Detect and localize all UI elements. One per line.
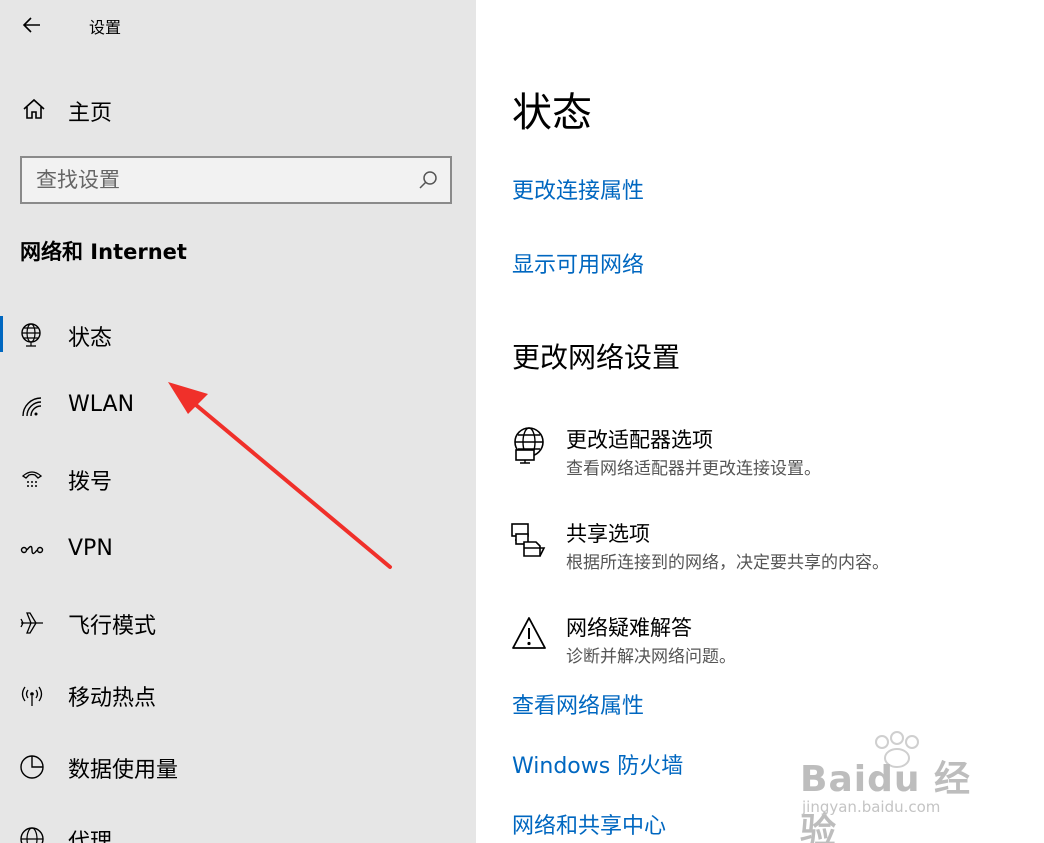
sidebar: 设置 主页 网络和 Internet 状态 WLAN [0,0,476,843]
sidebar-item-label: 数据使用量 [68,758,179,783]
sidebar-item-status[interactable]: 状态 [0,310,476,362]
sidebar-item-airplane[interactable]: 飞行模式 [0,598,476,650]
sidebar-item-label: 状态 [68,326,113,351]
search-input[interactable] [36,164,406,196]
title-bar: 设置 [0,0,476,48]
sidebar-item-vpn[interactable]: VPN [0,526,476,578]
sidebar-item-wlan[interactable]: WLAN [0,382,476,434]
adapter-globe-icon [514,427,544,464]
sidebar-item-label: 飞行模式 [68,614,157,639]
warning-icon [512,617,546,649]
sidebar-item-label: 拨号 [68,470,113,495]
windows-firewall-link[interactable]: Windows 防火墙 [512,748,683,780]
hotspot-icon [21,686,43,706]
sharing-icon [511,523,546,557]
home-icon [23,98,45,119]
phone-dial-icon [21,471,43,487]
option-description: 诊断并解决网络问题。 [566,647,736,667]
wifi-icon [22,397,42,417]
change-connection-properties-link[interactable]: 更改连接属性 [512,173,644,205]
sidebar-item-home-label: 主页 [68,101,113,126]
sidebar-item-label: 移动热点 [68,686,157,711]
network-sharing-center-link[interactable]: 网络和共享中心 [512,808,666,840]
change-adapter-options[interactable]: 更改适配器选项 查看网络适配器并更改连接设置。 [510,424,1030,484]
main-panel: 状态 更改连接属性 显示可用网络 更改网络设置 更改适配器选项 查看网络适配器并… [476,0,1044,843]
sidebar-item-label: WLAN [68,392,135,417]
sharing-options[interactable]: 共享选项 根据所连接到的网络，决定要共享的内容。 [510,518,1030,578]
pie-icon [20,755,44,779]
globe-icon [20,827,44,843]
sidebar-item-proxy[interactable]: 代理 [0,814,476,843]
option-description: 根据所连接到的网络，决定要共享的内容。 [566,553,889,573]
option-description: 查看网络适配器并更改连接设置。 [566,459,821,479]
sidebar-item-hotspot[interactable]: 移动热点 [0,670,476,722]
app-title: 设置 [89,18,122,37]
search-icon[interactable] [416,168,440,192]
sidebar-item-label: 代理 [68,830,113,843]
show-available-networks-link[interactable]: 显示可用网络 [512,247,644,279]
back-button[interactable] [18,10,48,40]
arrow-left-icon [22,17,40,33]
vpn-icon [20,545,44,555]
option-title: 更改适配器选项 [566,428,713,452]
section-heading: 网络和 Internet [20,240,187,264]
network-troubleshooter[interactable]: 网络疑难解答 诊断并解决网络问题。 [510,612,1030,672]
airplane-icon [20,612,43,634]
sidebar-item-data-usage[interactable]: 数据使用量 [0,742,476,794]
active-indicator [0,316,3,352]
page-title: 状态 [512,90,592,136]
option-title: 共享选项 [566,522,650,546]
globe-icon [21,323,41,347]
search-box [20,156,452,204]
change-network-settings-heading: 更改网络设置 [512,341,681,374]
sidebar-item-label: VPN [68,536,113,561]
sidebar-item-home[interactable]: 主页 [0,86,476,132]
clipped-text-line [512,138,812,144]
option-title: 网络疑难解答 [566,616,692,640]
view-network-properties-link[interactable]: 查看网络属性 [512,688,644,720]
sidebar-item-dialup[interactable]: 拨号 [0,454,476,506]
